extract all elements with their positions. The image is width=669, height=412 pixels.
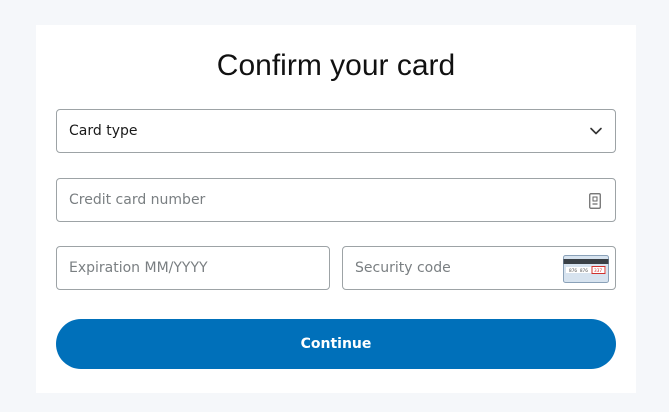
confirm-card-panel: Confirm your card Card type Credit card … (36, 25, 636, 393)
continue-button[interactable]: Continue (56, 319, 616, 369)
card-number-icon (589, 193, 601, 209)
card-type-select[interactable]: Card type (56, 109, 616, 153)
expiration-placeholder: Expiration MM/YYYY (69, 260, 208, 276)
card-number-placeholder: Credit card number (69, 192, 206, 208)
security-code-input[interactable]: Security code 876 876 337 (342, 246, 616, 290)
card-back-cvv-icon: 876 876 337 (563, 255, 609, 283)
cvv-icon-sample-text: 876 876 (569, 268, 588, 274)
security-code-placeholder: Security code (355, 260, 451, 276)
cvv-icon-code-text: 337 (594, 268, 602, 274)
card-number-input[interactable]: Credit card number (56, 178, 616, 222)
expiration-input[interactable]: Expiration MM/YYYY (56, 246, 330, 290)
card-type-value: Card type (69, 123, 138, 139)
page-title: Confirm your card (216, 49, 456, 82)
chevron-down-icon (590, 127, 602, 135)
